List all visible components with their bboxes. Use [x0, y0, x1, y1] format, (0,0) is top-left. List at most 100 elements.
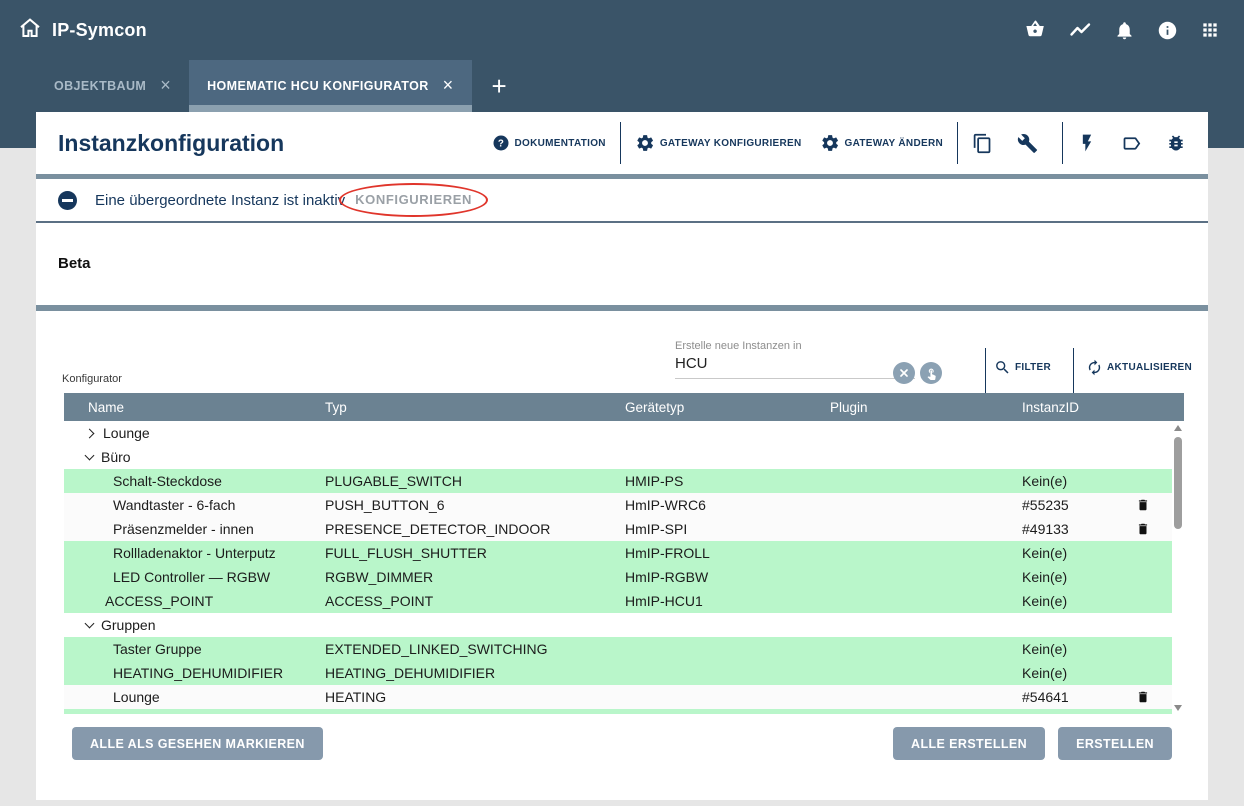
divider	[1073, 348, 1074, 393]
table-row[interactable]: Wandtaster - 6-fachPUSH_BUTTON_6HmIP-WRC…	[64, 493, 1172, 517]
row-name: Lounge	[103, 425, 150, 441]
row-instanzid: Kein(e)	[1022, 569, 1120, 585]
chevron-right-icon[interactable]	[85, 428, 95, 438]
table-row[interactable]: Gruppen	[64, 613, 1172, 637]
column-header-name[interactable]: Name	[64, 400, 325, 415]
create-in-input[interactable]	[675, 355, 845, 372]
row-instanzid: #54641	[1022, 689, 1120, 705]
table-body: Lounge Büro Schalt-Steckdose PLUGABLE_SWITC…	[64, 421, 1184, 715]
beta-section: Beta	[36, 223, 1208, 311]
table-row[interactable]: ACCESS_POINTACCESS_POINTHmIP-HCU1Kein(e)	[64, 589, 1172, 613]
table-row-partial	[64, 709, 1172, 714]
row-geraetetyp: HMIP-PS	[625, 473, 830, 489]
footer-actions: ALLE ALS GESEHEN MARKIEREN ALLE ERSTELLE…	[72, 727, 1172, 760]
table-row[interactable]: Präsenzmelder - innenPRESENCE_DETECTOR_I…	[64, 517, 1172, 541]
lightning-icon[interactable]	[1077, 133, 1097, 153]
page-title: Instanzkonfiguration	[58, 130, 284, 157]
row-typ: HEATING	[325, 689, 625, 705]
delete-icon[interactable]	[1136, 689, 1150, 705]
beta-label: Beta	[58, 255, 91, 272]
row-typ: PLUGABLE_SWITCH	[325, 473, 625, 489]
pick-target-icon[interactable]	[920, 362, 942, 384]
create-in-field[interactable]: Erstelle neue Instanzen in	[675, 340, 915, 379]
table-header: Name Typ Gerätetyp Plugin InstanzID	[64, 393, 1184, 421]
tab-homematic-hcu-konfigurator[interactable]: HOMEMATIC HCU KONFIGURATOR ×	[189, 60, 471, 112]
chart-icon[interactable]	[1068, 18, 1092, 42]
create-all-button[interactable]: ALLE ERSTELLEN	[893, 727, 1045, 760]
copy-icon[interactable]	[972, 133, 993, 154]
row-name: Büro	[101, 449, 131, 465]
row-name: Wandtaster - 6-fach	[113, 497, 235, 513]
row-typ: FULL_FLUSH_SHUTTER	[325, 545, 625, 561]
delete-icon[interactable]	[1136, 521, 1150, 537]
scroll-down-icon[interactable]	[1174, 705, 1182, 711]
chevron-down-icon[interactable]	[85, 618, 95, 628]
gear-icon	[635, 133, 655, 153]
row-typ: EXTENDED_LINKED_SWITCHING	[325, 641, 625, 657]
help-icon: ?	[492, 134, 510, 152]
table-row[interactable]: Lounge	[64, 421, 1172, 445]
tab-label: OBJEKTBAUM	[54, 79, 146, 93]
divider	[620, 122, 621, 164]
table-row[interactable]: Rollladenaktor - UnterputzFULL_FLUSH_SHU…	[64, 541, 1172, 565]
apps-grid-icon[interactable]	[1200, 20, 1220, 40]
panel-header: Instanzkonfiguration ? DOKUMENTATION GAT…	[36, 112, 1208, 179]
column-header-plugin[interactable]: Plugin	[830, 400, 1022, 415]
table-row[interactable]: Lounge HEATING #54641	[64, 685, 1172, 709]
row-geraetetyp: HmIP-WRC6	[625, 497, 830, 513]
close-icon[interactable]: ×	[160, 76, 171, 94]
content-panel: Instanzkonfiguration ? DOKUMENTATION GAT…	[36, 112, 1208, 800]
row-geraetetyp: HmIP-SPI	[625, 521, 830, 537]
table-row[interactable]: Taster Gruppe EXTENDED_LINKED_SWITCHING Ke…	[64, 637, 1172, 661]
gateway-configure-button[interactable]: GATEWAY KONFIGURIEREN	[635, 133, 802, 153]
scroll-up-icon[interactable]	[1174, 425, 1182, 431]
header-toolbar: ? DOKUMENTATION GATEWAY KONFIGURIEREN GA…	[492, 122, 1186, 164]
refresh-button[interactable]: AKTUALISIEREN	[1086, 359, 1192, 376]
row-name: ACCESS_POINT	[105, 593, 213, 609]
clear-icon[interactable]	[893, 362, 915, 384]
create-button[interactable]: ERSTELLEN	[1058, 727, 1172, 760]
chevron-down-icon[interactable]	[85, 450, 95, 460]
tab-objektbaum[interactable]: OBJEKTBAUM ×	[36, 60, 189, 112]
table-row[interactable]: LED Controller — RGBWRGBW_DIMMERHmIP-RGB…	[64, 565, 1172, 589]
column-header-geraetetyp[interactable]: Gerätetyp	[625, 400, 830, 415]
notifications-bell-icon[interactable]	[1114, 20, 1135, 41]
row-name: Gruppen	[101, 617, 155, 633]
configurator-table: Name Typ Gerätetyp Plugin InstanzID Loun…	[64, 393, 1184, 715]
configurator-toolbar: Konfigurator Erstelle neue Instanzen in …	[36, 311, 1208, 391]
new-tab-button[interactable]: +	[472, 60, 527, 112]
konfigurieren-button[interactable]: KONFIGURIEREN	[355, 192, 472, 207]
scrollbar-thumb[interactable]	[1174, 437, 1182, 529]
row-name: Lounge	[113, 689, 160, 705]
store-basket-icon[interactable]	[1024, 19, 1046, 41]
row-instanzid: #55235	[1022, 497, 1120, 513]
column-header-instanzid[interactable]: InstanzID	[1022, 400, 1120, 415]
label-tag-icon[interactable]	[1121, 133, 1142, 154]
app-logo[interactable]: IP-Symcon	[18, 16, 147, 45]
wrench-icon[interactable]	[1017, 133, 1038, 154]
divider	[957, 122, 958, 164]
row-name: Präsenzmelder - innen	[113, 521, 254, 537]
row-name: Schalt-Steckdose	[113, 473, 222, 489]
gateway-change-button[interactable]: GATEWAY ÄNDERN	[820, 133, 943, 153]
refresh-icon	[1086, 359, 1103, 376]
table-row[interactable]: Schalt-SteckdosePLUGABLE_SWITCHHMIP-PSKe…	[64, 469, 1172, 493]
row-instanzid: Kein(e)	[1022, 641, 1120, 657]
table-row[interactable]: HEATING_DEHUMIDIFIERHEATING_DEHUMIDIFIER…	[64, 661, 1172, 685]
close-icon[interactable]: ×	[443, 76, 454, 94]
row-geraetetyp: HmIP-RGBW	[625, 569, 830, 585]
konfigurator-label: Konfigurator	[62, 373, 122, 385]
delete-icon[interactable]	[1136, 497, 1150, 513]
row-instanzid: #49133	[1022, 521, 1120, 537]
table-row[interactable]: Büro	[64, 445, 1172, 469]
mark-all-seen-button[interactable]: ALLE ALS GESEHEN MARKIEREN	[72, 727, 323, 760]
scrollbar[interactable]	[1172, 421, 1184, 715]
bug-icon[interactable]	[1166, 133, 1186, 153]
filter-button[interactable]: FILTER	[994, 359, 1051, 376]
search-icon	[994, 359, 1011, 376]
inactive-status-icon	[58, 191, 77, 210]
column-header-typ[interactable]: Typ	[325, 400, 625, 415]
documentation-button[interactable]: ? DOKUMENTATION	[492, 134, 606, 152]
info-icon[interactable]	[1157, 20, 1178, 41]
row-name: Taster Gruppe	[113, 641, 202, 657]
